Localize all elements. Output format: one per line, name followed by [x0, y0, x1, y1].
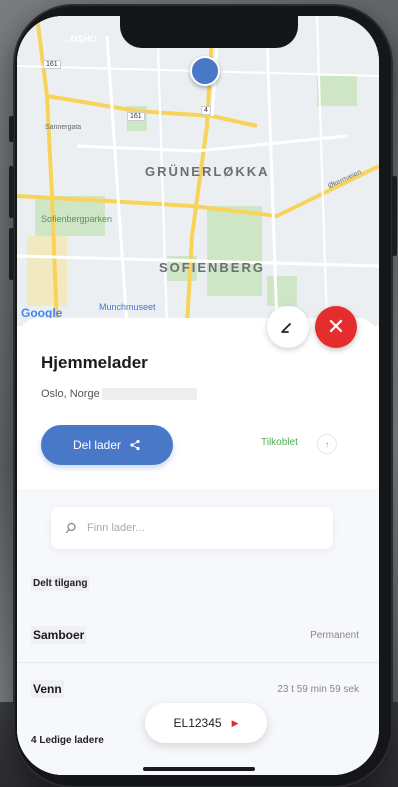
- map-district-grunerlokka: GRÜNERLØKKA: [145, 164, 270, 179]
- map-park-sofienbergparken: Sofienbergparken: [41, 214, 113, 224]
- mute-switch: [9, 116, 14, 142]
- volume-up-button: [9, 166, 14, 218]
- search-bar[interactable]: [51, 507, 333, 549]
- map-view[interactable]: ...OSHO 161 161 4 Sannergata Økernveien …: [17, 16, 379, 326]
- row-duration: 23 t 59 min 59 sek: [277, 684, 359, 695]
- row-duration: Permanent: [310, 630, 359, 641]
- edit-button[interactable]: [267, 306, 309, 348]
- row-divider: [17, 662, 379, 663]
- charger-title: Hjemmelader: [41, 353, 148, 372]
- close-button[interactable]: ✕: [315, 306, 357, 348]
- share-icon: [130, 439, 140, 451]
- search-input[interactable]: [87, 522, 287, 534]
- road-badge-161b: 161: [127, 112, 145, 121]
- charger-code: EL12345: [173, 716, 222, 730]
- row-name: Samboer: [31, 626, 87, 644]
- search-icon: [65, 522, 76, 534]
- road-label-sannergata: Sannergata: [45, 124, 82, 131]
- app-screen: ...OSHO 161 161 4 Sannergata Økernveien …: [17, 16, 379, 775]
- row-name: Venn: [31, 680, 64, 698]
- connection-status: Tilkoblet: [261, 437, 298, 448]
- map-label-top: ...OSHO: [63, 34, 98, 44]
- notch: [120, 16, 298, 48]
- road-badge-4: 4: [201, 106, 211, 115]
- charger-code-pill[interactable]: EL12345 ▶: [145, 703, 267, 743]
- status-indicator-text: ↑: [325, 439, 329, 449]
- play-arrow-icon: ▶: [231, 717, 239, 728]
- map-poi-munchmuseet: Munchmuseet: [99, 302, 156, 312]
- volume-down-button: [9, 228, 14, 280]
- status-indicator-icon: ↑: [317, 434, 337, 454]
- share-button-label: Del lader: [72, 438, 122, 452]
- close-icon: ✕: [326, 314, 346, 339]
- power-button: [392, 176, 397, 256]
- redacted-address: [101, 388, 197, 400]
- location-text: Oslo, Norge: [41, 388, 100, 400]
- location-pin-icon[interactable]: [190, 56, 220, 86]
- home-indicator[interactable]: [143, 767, 255, 771]
- pencil-icon: [281, 323, 291, 333]
- charger-location: Oslo, Norge: [41, 388, 197, 400]
- shared-access-heading: Delt tilgang: [31, 576, 90, 591]
- share-charger-button[interactable]: Del lader: [41, 425, 173, 465]
- available-chargers-label: 4 Ledige ladere: [31, 735, 104, 746]
- map-district-sofienberg: SOFIENBERG: [159, 260, 265, 275]
- road-badge-161a: 161: [43, 60, 61, 69]
- shared-access-row-samboer[interactable]: Samboer Permanent: [17, 614, 379, 660]
